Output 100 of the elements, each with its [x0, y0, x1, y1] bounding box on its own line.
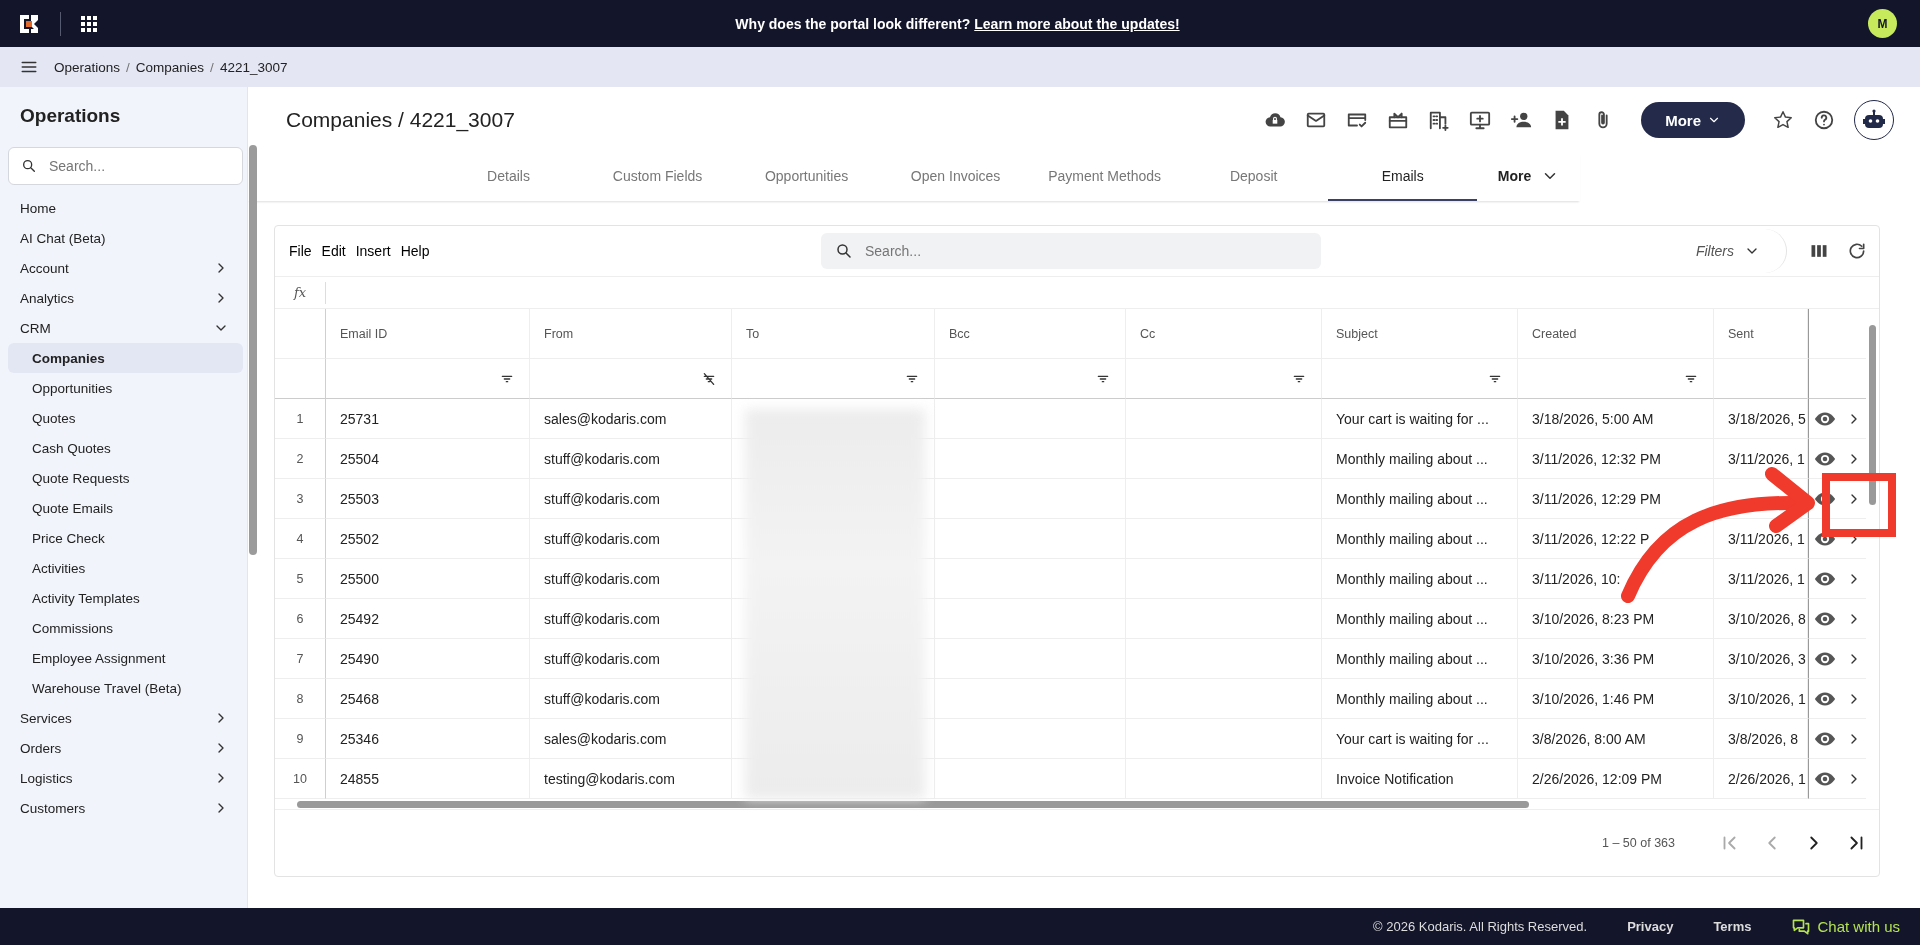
nav-item[interactable]: Quote Emails [8, 493, 243, 523]
chat-link[interactable]: Chat with us [1791, 916, 1900, 937]
table-cell: 25731 [326, 399, 530, 439]
nav-item[interactable]: Commissions [8, 613, 243, 643]
table-cell: 3/10/2026, 8:23 PM [1518, 599, 1714, 639]
nav-item[interactable]: Companies [8, 343, 243, 373]
row-number: 6 [275, 599, 326, 639]
row-number: 9 [275, 719, 326, 759]
table-cell: Invoice Notification [1322, 759, 1518, 799]
page-title: Companies / 4221_3007 [286, 108, 515, 132]
filters-button[interactable]: Filters [1695, 229, 1787, 273]
table-cell: Your cart is waiting for ... [1322, 719, 1518, 759]
column-header[interactable]: Subject [1322, 309, 1518, 359]
table-cell: 25490 [326, 639, 530, 679]
nav-item[interactable]: Quotes [8, 403, 243, 433]
nav-item[interactable]: Warehouse Travel (Beta) [8, 673, 243, 703]
table-cell: Monthly mailing about ... [1322, 479, 1518, 519]
footer-link[interactable]: Terms [1713, 919, 1752, 934]
table-cell: stuff@kodaris.com [530, 479, 732, 519]
column-header[interactable]: Bcc [935, 309, 1126, 359]
table-cell: 25502 [326, 519, 530, 559]
nav-item[interactable]: Quote Requests [8, 463, 243, 493]
sidebar-title: Operations [19, 105, 122, 127]
user-avatar[interactable]: M [1868, 9, 1897, 38]
nav-item[interactable]: Customers [8, 793, 243, 823]
search-field[interactable]: Search... [8, 147, 243, 185]
row-number: 7 [275, 639, 326, 679]
column-header[interactable]: Created [1518, 309, 1714, 359]
nav-item[interactable]: Home [8, 193, 243, 223]
menu-item[interactable]: Help [400, 243, 436, 259]
table-cell: testing@kodaris.com [530, 759, 732, 799]
table-cell: stuff@kodaris.com [530, 679, 732, 719]
formula-label: fx [292, 285, 308, 300]
table-cell: 3/10/2026, 3 [1714, 639, 1808, 679]
copyright-text: © 2026 Kodaris. All Rights Reserved. [1373, 919, 1588, 934]
tab[interactable]: Details [434, 153, 584, 201]
search-field[interactable]: Search... [821, 233, 1321, 269]
nav-item[interactable]: Services [8, 703, 243, 733]
nav-item[interactable]: Account [8, 253, 243, 283]
menu-item[interactable]: Edit [321, 243, 352, 259]
row-number: 10 [275, 759, 326, 799]
table-cell: 3/11/2026, 1 [1714, 559, 1808, 599]
tab[interactable]: Emails [1328, 153, 1478, 201]
banner-text: Why does the portal look different? [735, 15, 971, 32]
tab[interactable]: Opportunities [732, 153, 882, 201]
table-cell: Monthly mailing about ... [1322, 599, 1518, 639]
breadcrumb-link[interactable]: Operations [54, 59, 121, 75]
tab[interactable]: Payment Methods [1030, 153, 1180, 201]
tab[interactable]: Custom Fields [583, 153, 733, 201]
footer-link[interactable]: Privacy [1627, 919, 1674, 934]
table-cell: sales@kodaris.com [530, 399, 732, 439]
nav-item[interactable]: Activity Templates [8, 583, 243, 613]
table-cell: stuff@kodaris.com [530, 439, 732, 479]
filter-off-icon[interactable] [701, 370, 717, 387]
table-cell: Monthly mailing about ... [1322, 559, 1518, 599]
breadcrumb-separator: / [210, 59, 214, 75]
building-add-icon[interactable] [1428, 109, 1451, 131]
table-cell: 2/26/2026, 12:09 PM [1518, 759, 1714, 799]
search-icon [21, 158, 37, 174]
nav-item[interactable]: Employee Assignment [8, 643, 243, 673]
monitor-add-icon[interactable] [1469, 109, 1492, 131]
column-header[interactable]: Cc [1126, 309, 1322, 359]
table-cell: 25346 [326, 719, 530, 759]
tab[interactable]: Open Invoices [881, 153, 1031, 201]
column-header[interactable]: To [732, 309, 935, 359]
row-number: 4 [275, 519, 326, 559]
nav-item[interactable]: Analytics [8, 283, 243, 313]
search-icon [835, 242, 853, 260]
banner-link[interactable]: Learn more about the updates! [974, 15, 1180, 32]
nav-item[interactable]: Opportunities [8, 373, 243, 403]
table-cell: 3/11/2026, 10: [1518, 559, 1714, 599]
nav-item[interactable]: CRM [8, 313, 243, 343]
table-cell: 25504 [326, 439, 530, 479]
breadcrumb-link[interactable]: 4221_3007 [219, 59, 288, 75]
refresh-icon[interactable] [1847, 241, 1867, 261]
more-button[interactable]: More [1641, 102, 1745, 138]
tab[interactable]: More [1477, 153, 1580, 201]
table-cell: 3/8/2026, 8 [1714, 719, 1808, 759]
menu-item[interactable]: Insert [355, 243, 397, 259]
nav-item[interactable]: Logistics [8, 763, 243, 793]
column-header[interactable]: Email ID [326, 309, 530, 359]
row-number: 5 [275, 559, 326, 599]
star-icon[interactable] [1772, 109, 1794, 131]
breadcrumb-link[interactable]: Companies [135, 59, 205, 75]
nav-item[interactable]: Activities [8, 553, 243, 583]
column-header[interactable]: From [530, 309, 732, 359]
table-cell: Monthly mailing about ... [1322, 679, 1518, 719]
page-range: 1 – 50 of 363 [1602, 836, 1675, 850]
table-cell: stuff@kodaris.com [530, 519, 732, 559]
nav-item[interactable]: AI Chat (Beta) [8, 223, 243, 253]
nav-item[interactable]: Price Check [8, 523, 243, 553]
table-cell: 3/18/2026, 5 [1714, 399, 1808, 439]
tab[interactable]: Deposit [1179, 153, 1329, 201]
table-cell: 3/11/2026, 12:29 PM [1518, 479, 1714, 519]
help-icon[interactable] [1813, 109, 1835, 131]
column-header[interactable]: Sent [1714, 309, 1808, 359]
menu-item[interactable]: File [289, 243, 318, 259]
nav-item[interactable]: Orders [8, 733, 243, 763]
nav-item[interactable]: Cash Quotes [8, 433, 243, 463]
app-grid-icon[interactable] [81, 15, 97, 32]
